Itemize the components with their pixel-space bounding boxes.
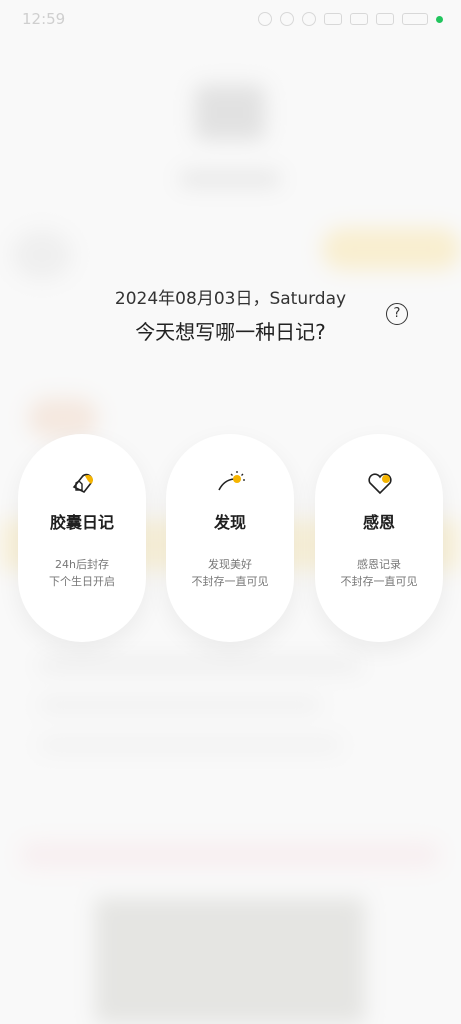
card-discover[interactable]: 发现 发现美好 不封存一直可见: [166, 434, 294, 642]
card-gratitude[interactable]: 感恩 感恩记录 不封存一直可见: [315, 434, 443, 642]
signal-icon: [350, 13, 368, 25]
card-subtitle-line1: 发现美好: [208, 558, 252, 571]
card-title: 胶囊日记: [49, 513, 114, 532]
card-subtitle-line2: 不封存一直可见: [340, 575, 418, 588]
card-subtitle-line1: 感恩记录: [357, 558, 401, 571]
mute-icon: [302, 12, 316, 26]
help-button[interactable]: ?: [386, 303, 408, 325]
status-time: 12:59: [22, 10, 66, 28]
heart-icon: [368, 473, 392, 495]
battery-icon: [402, 13, 428, 25]
link-icon: [258, 12, 272, 26]
status-bar: 12:59: [0, 0, 461, 40]
card-subtitle-line1: 24h后封存: [55, 558, 109, 571]
status-icons: [258, 12, 443, 26]
nfc-icon: [324, 13, 342, 25]
signal-2-icon: [376, 13, 394, 25]
card-title: 发现: [213, 513, 246, 532]
card-capsule-diary[interactable]: 胶囊日记 24h后封存 下个生日开启: [18, 434, 146, 642]
sunrise-icon: [218, 471, 245, 491]
moon-icon: [280, 12, 294, 26]
privacy-dot-icon: [436, 15, 443, 23]
card-subtitle-line2: 下个生日开启: [49, 575, 115, 588]
card-title: 感恩: [362, 513, 395, 532]
card-subtitle-line2: 不封存一直可见: [191, 575, 269, 588]
capsule-icon: [72, 473, 93, 494]
